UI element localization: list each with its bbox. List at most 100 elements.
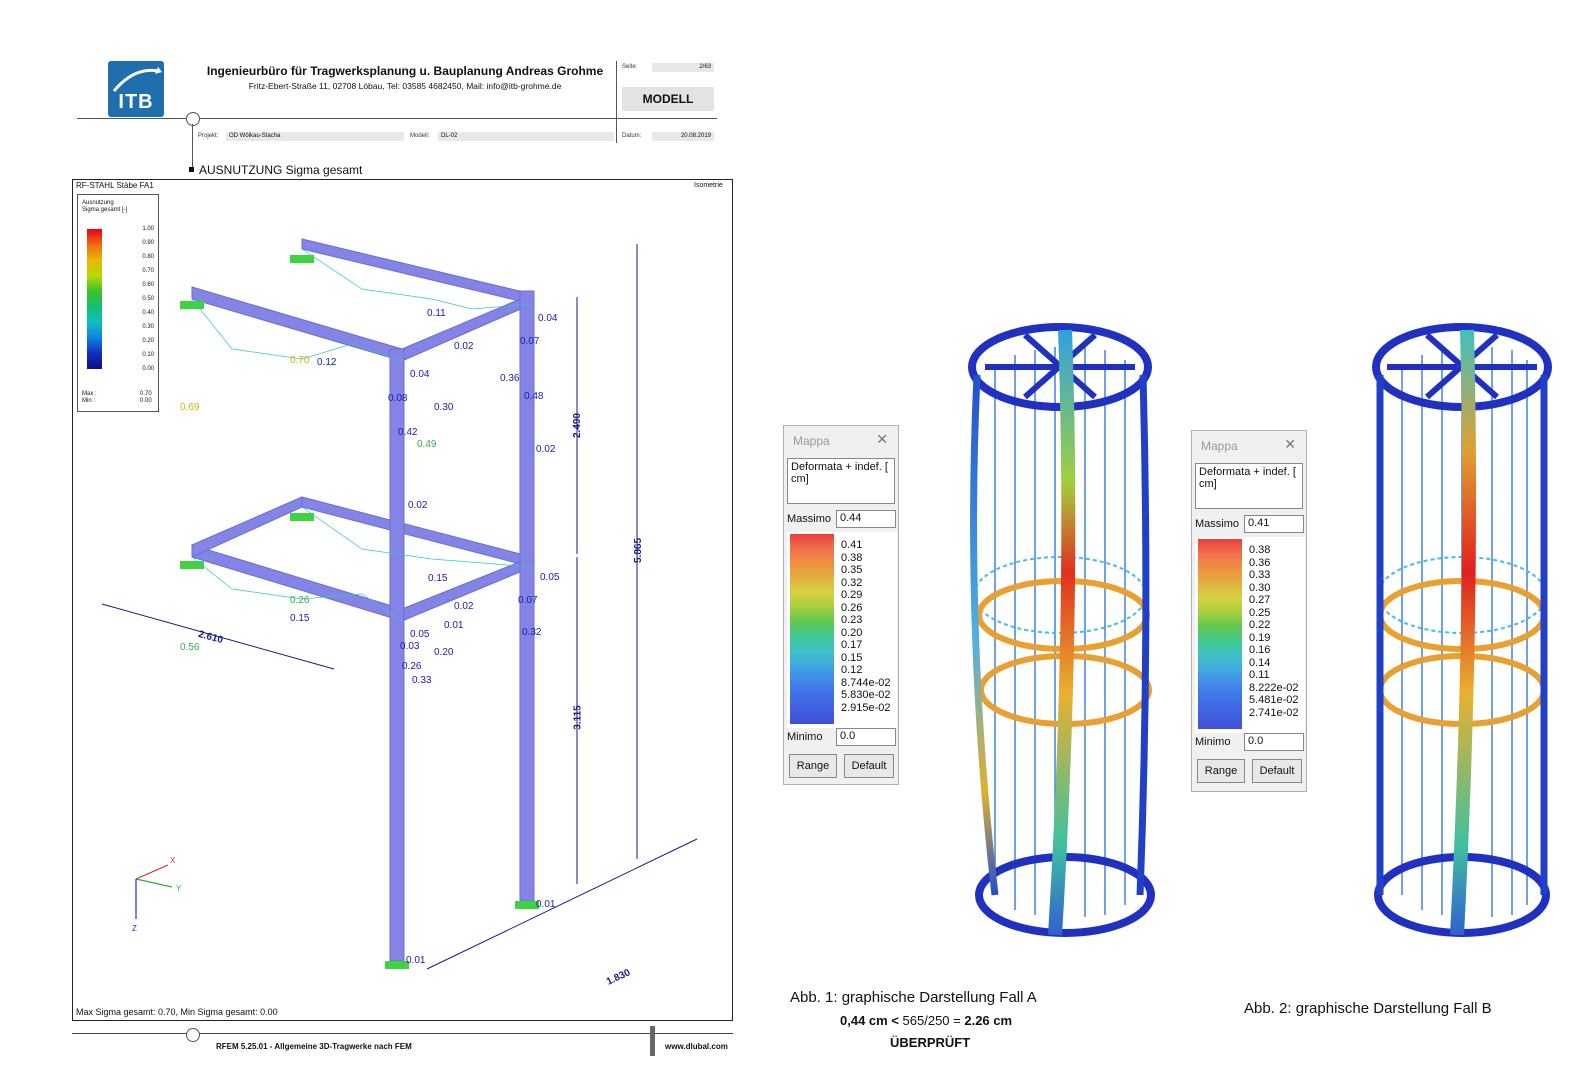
value-label: 0.01 (536, 899, 556, 910)
scale-value: 0.32 (841, 576, 863, 589)
mappa-color-scale: 0.38 0.36 0.33 0.30 0.27 0.25 0.22 0.19 … (1195, 537, 1305, 733)
minimo-label: Minimo (787, 731, 823, 743)
scale-value: 0.38 (1249, 544, 1271, 556)
structure-model: 0.11 0.04 0.02 0.07 0.70 0.12 0.36 0.69 … (101, 238, 698, 970)
scale-value: 0.15 (841, 651, 863, 664)
massimo-input[interactable]: 0.44 (836, 510, 896, 528)
scale-value: 0.41 (841, 539, 863, 551)
close-icon[interactable]: ✕ (1284, 436, 1296, 453)
range-button[interactable]: Range (789, 754, 837, 778)
seite-value: 2/63 (652, 63, 714, 72)
spine-member (1450, 329, 1477, 936)
footer-url[interactable]: www.dlubal.com (665, 1042, 728, 1051)
scale-value: 0.36 (1249, 556, 1271, 569)
massimo-input[interactable]: 0.41 (1244, 515, 1304, 533)
logo-text: ITB (118, 91, 154, 113)
value-label: 0.15 (290, 613, 310, 624)
default-button[interactable]: Default (1252, 759, 1302, 783)
scale-value: 0.26 (841, 601, 863, 614)
scale-value: 8.744e-02 (841, 676, 891, 689)
scale-value: 0.20 (841, 626, 863, 639)
value-label: 0.36 (500, 373, 520, 384)
mappa-description: Deformata + indef. [ cm] (1195, 463, 1303, 509)
value-label: 0.48 (524, 391, 544, 402)
scale-value: 0.35 (841, 564, 863, 576)
scale-value: 0.22 (1249, 619, 1271, 631)
header-node-icon (186, 112, 200, 126)
firm-name: Ingenieurbüro für Tragwerksplanung u. Ba… (206, 64, 604, 78)
axis-y-label: Y (176, 884, 182, 893)
cage-model-a (968, 323, 1155, 937)
mappa-description: Deformata + indef. [ cm] (787, 458, 895, 504)
support-icon (180, 301, 204, 309)
check-limit: 2.26 cm (964, 1013, 1013, 1028)
mappa-color-scale: 0.41 0.38 0.35 0.32 0.29 0.26 0.23 0.20 … (787, 532, 897, 728)
top-beam-back (301, 238, 533, 305)
scale-value: 2.915e-02 (841, 701, 891, 714)
datum-label: Datum: (622, 133, 642, 139)
cage-model-b (1372, 323, 1552, 937)
modell-badge: MODELL (622, 87, 714, 111)
scale-value: 0.17 (841, 639, 863, 651)
scale-value: 0.12 (841, 664, 863, 676)
scale-value: 0.14 (1249, 656, 1271, 669)
minimo-input[interactable]: 0.0 (836, 728, 896, 746)
mappa-scale-values: 0.38 0.36 0.33 0.30 0.27 0.25 0.22 0.19 … (1249, 544, 1299, 719)
mappa-color-bar (790, 534, 834, 724)
scale-value: 0.33 (1249, 569, 1271, 581)
firm-address: Fritz-Ebert-Straße 11, 02708 Löbau, Tel:… (248, 81, 562, 91)
seite-label: Seite: (622, 64, 638, 70)
footer-divider (650, 1026, 655, 1056)
header-rule (77, 118, 717, 119)
scale-value: 0.29 (841, 589, 863, 601)
massimo-label: Massimo (1195, 518, 1240, 530)
diagram-line (301, 248, 533, 310)
value-label: 0.30 (434, 402, 454, 413)
range-button[interactable]: Range (1197, 759, 1245, 783)
axis-z-label: Z (132, 924, 137, 933)
value-label: 0.07 (520, 336, 540, 347)
support-icon (180, 561, 204, 569)
figure-1-caption: Abb. 1: graphische Darstellung Fall A (790, 989, 1037, 1006)
mappa-panel-b: Mappa ✕ Deformata + indef. [ cm] Massimo… (1191, 430, 1307, 792)
value-label: 0.02 (536, 444, 556, 455)
value-label: 0.26 (290, 595, 310, 606)
value-label: 0.12 (317, 357, 337, 368)
mid-beam-left (191, 496, 303, 558)
footer-summary: Max Sigma gesamt: 0.70, Min Sigma gesamt… (76, 1007, 278, 1017)
value-label: 0.05 (410, 629, 430, 640)
value-label: 0.05 (540, 572, 560, 583)
value-label: 0.42 (398, 427, 418, 438)
column-front (389, 348, 405, 962)
default-button[interactable]: Default (844, 754, 894, 778)
scale-value: 5.830e-02 (841, 689, 891, 701)
scale-value: 0.25 (1249, 606, 1271, 619)
minimo-label: Minimo (1195, 736, 1231, 748)
dimension-label: 3.115 (572, 705, 584, 730)
value-label: 0.01 (444, 620, 464, 631)
value-label: 0.01 (406, 955, 426, 966)
minimo-input[interactable]: 0.0 (1244, 733, 1304, 751)
dimension-label: 5.865 (633, 537, 645, 564)
scale-value: 8.222e-02 (1249, 681, 1299, 694)
scale-value: 0.23 (841, 614, 863, 626)
modell-field-value: DL-02 (438, 132, 614, 141)
close-icon[interactable]: ✕ (876, 431, 888, 448)
projekt-label: Projekt: (198, 133, 219, 139)
massimo-label: Massimo (787, 513, 832, 525)
scale-value: 0.30 (1249, 581, 1271, 594)
footer-node-icon (186, 1028, 200, 1042)
value-label: 0.04 (410, 369, 430, 380)
footer-rule (72, 1033, 733, 1034)
mappa-panel-a: Mappa ✕ Deformata + indef. [ cm] Massimo… (783, 425, 899, 785)
section-title: AUSNUTZUNG Sigma gesamt (199, 163, 363, 177)
dimension-label: 2.490 (572, 412, 584, 439)
check-value: 0,44 cm < (840, 1013, 899, 1028)
axis-y-line (135, 878, 173, 888)
header-divider (616, 61, 617, 143)
check-formula: 565/250 = (902, 1013, 961, 1028)
value-label: 0.33 (412, 675, 432, 686)
datum-value: 20.08.2019 (652, 132, 714, 141)
value-label: 0.15 (428, 573, 448, 584)
spine-member (1048, 329, 1076, 936)
